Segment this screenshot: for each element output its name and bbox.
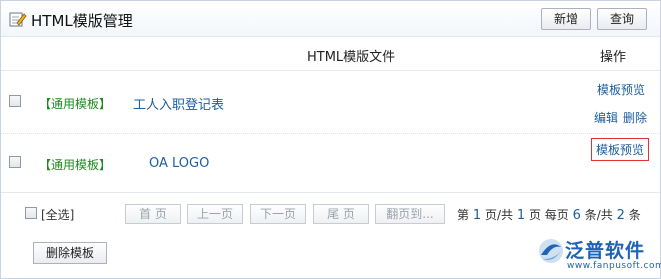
template-name-link[interactable]: 工人入职登记表 — [133, 94, 224, 113]
page-info: 第 1 页/共 1 页 每页 6 条/共 2 条 — [457, 206, 641, 223]
delete-template-button[interactable]: 删除模板 — [33, 242, 107, 264]
page-info-text: 条/共 — [584, 208, 613, 222]
row-tag: 【通用模板】 — [39, 97, 112, 111]
page-info-text: 页 每页 — [528, 208, 569, 222]
new-button[interactable]: 新增 — [541, 8, 591, 30]
first-page-button[interactable]: 首 页 — [125, 204, 181, 224]
row-tag: 【通用模板】 — [39, 158, 112, 172]
page-title: HTML模版管理 — [31, 12, 133, 30]
prev-page-button[interactable]: 上一页 — [187, 204, 243, 224]
brand-url: www.fanpusoft.com — [567, 261, 661, 271]
page-info-text: 页/共 — [484, 208, 513, 222]
table-header: HTML模版文件 操作 — [1, 37, 660, 71]
total-pages: 1 — [516, 208, 526, 223]
query-button[interactable]: 查询 — [597, 8, 647, 30]
edit-link[interactable]: 编辑 — [594, 109, 618, 126]
per-page-count: 6 — [572, 208, 581, 223]
goto-page-button[interactable]: 翻页到... — [375, 204, 445, 224]
edit-document-icon — [9, 12, 27, 27]
brand-logo: 泛普软件 www.fanpusoft.com — [533, 233, 661, 277]
brand-name: 泛普软件 — [565, 240, 646, 262]
select-all-checkbox[interactable] — [25, 207, 37, 219]
page-info-text: 条 — [628, 208, 641, 222]
template-name-link[interactable]: OA LOGO — [149, 156, 209, 171]
table-row: 【通用模板】 OA LOGO 模板预览 — [1, 135, 660, 193]
total-items: 2 — [616, 208, 625, 223]
column-header-file: HTML模版文件 — [307, 50, 396, 65]
row-checkbox[interactable] — [9, 156, 21, 168]
pagination-bar: [全选] 首 页 上一页 下一页 尾 页 翻页到... 第 1 页/共 1 页 … — [1, 194, 660, 234]
next-page-button[interactable]: 下一页 — [250, 204, 306, 224]
select-all-label[interactable]: [全选] — [41, 206, 74, 223]
brand-logo-icon — [539, 239, 563, 263]
template-manager-panel: HTML模版管理 新增 查询 HTML模版文件 操作 【通用模板】 工人入职登记… — [0, 0, 661, 279]
preview-link[interactable]: 模板预览 — [591, 138, 650, 161]
current-page: 1 — [472, 208, 482, 223]
preview-link[interactable]: 模板预览 — [597, 81, 645, 98]
table-row: 【通用模板】 工人入职登记表 模板预览 编辑 删除 — [1, 72, 660, 134]
column-header-operation: 操作 — [600, 50, 627, 65]
row-checkbox[interactable] — [9, 95, 21, 107]
panel-header: HTML模版管理 新增 查询 — [1, 1, 660, 37]
delete-link[interactable]: 删除 — [623, 109, 647, 126]
page-info-text: 第 — [457, 208, 470, 222]
last-page-button[interactable]: 尾 页 — [313, 204, 369, 224]
